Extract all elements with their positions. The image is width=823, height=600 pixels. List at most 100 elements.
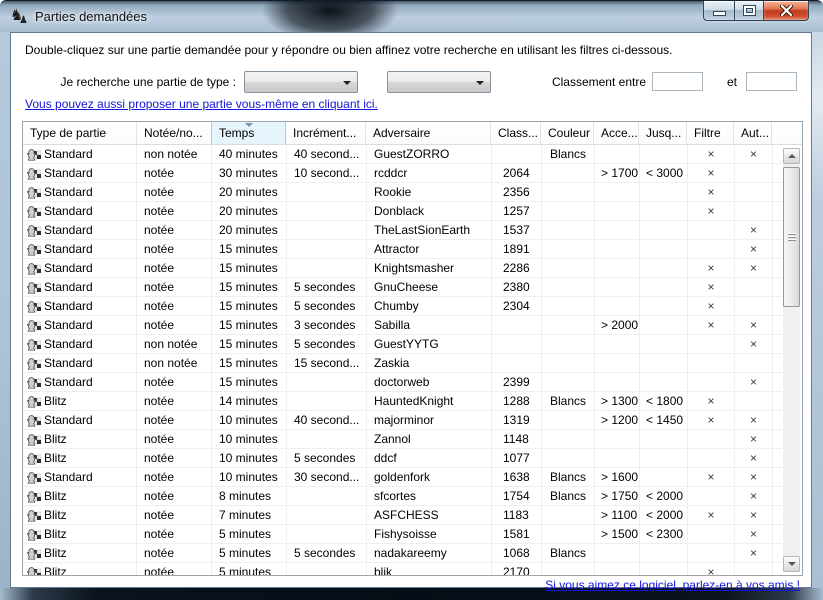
table-row[interactable]: Standard notée 20 minutes Donblack 1257 … bbox=[23, 202, 782, 221]
table-row[interactable]: Standard notée 15 minutes doctorweb 2399… bbox=[23, 373, 782, 392]
cell-type: Blitz bbox=[23, 392, 137, 410]
propose-game-link[interactable]: Vous pouvez aussi proposer une partie vo… bbox=[25, 97, 378, 111]
column-header-notee[interactable]: Notée/no... bbox=[137, 122, 212, 144]
rating-max-input[interactable] bbox=[746, 72, 797, 91]
cell-temps: 15 minutes bbox=[212, 240, 287, 258]
column-header-type[interactable]: Type de partie bbox=[23, 122, 137, 144]
cell-classement: 2380 bbox=[492, 278, 542, 296]
title-bar[interactable]: ♞♟ Parties demandées bbox=[0, 0, 823, 32]
table-row[interactable]: Standard notée 15 minutes 5 secondes Chu… bbox=[23, 297, 782, 316]
cell-adversaire: Attractor bbox=[367, 240, 492, 258]
chess-pawn-icon bbox=[26, 185, 41, 200]
column-header-classement[interactable]: Class... bbox=[491, 122, 541, 144]
cell-adversaire: HauntedKnight bbox=[367, 392, 492, 410]
table-row[interactable]: Standard notée 10 minutes 30 second... g… bbox=[23, 468, 782, 487]
cell-adversaire: ddcf bbox=[367, 449, 492, 467]
cell-temps: 30 minutes bbox=[212, 164, 287, 182]
cell-temps: 40 minutes bbox=[212, 145, 287, 163]
cell-type: Standard bbox=[23, 164, 137, 182]
cell-accepte bbox=[595, 221, 640, 239]
cell-increment bbox=[287, 373, 367, 391]
column-header-temps[interactable]: Temps bbox=[211, 122, 286, 144]
cell-type: Blitz bbox=[23, 449, 137, 467]
cell-classement: 2304 bbox=[492, 297, 542, 315]
chess-pawn-icon bbox=[26, 375, 41, 390]
minimize-button[interactable] bbox=[703, 1, 734, 21]
table-row[interactable]: Blitz notée 5 minutes 5 secondes nadakar… bbox=[23, 544, 782, 563]
table-row[interactable]: Blitz notée 7 minutes ASFCHESS 1183 > 11… bbox=[23, 506, 782, 525]
rating-min-input[interactable] bbox=[652, 72, 703, 91]
table-row[interactable]: Standard notée 15 minutes Attractor 1891… bbox=[23, 240, 782, 259]
scroll-down-button[interactable] bbox=[783, 556, 800, 572]
table-row[interactable]: Standard notée 15 minutes Knightsmasher … bbox=[23, 259, 782, 278]
scroll-up-button[interactable] bbox=[783, 148, 800, 164]
cell-classement bbox=[492, 316, 542, 334]
cell-type: Blitz bbox=[23, 525, 137, 543]
table-row[interactable]: Blitz notée 14 minutes HauntedKnight 128… bbox=[23, 392, 782, 411]
share-app-link[interactable]: Si vous aimez ce logiciel, parlez-en à v… bbox=[545, 578, 800, 592]
cell-jusqua bbox=[640, 354, 688, 372]
cell-filtre: × bbox=[688, 468, 735, 486]
cell-classement: 1068 bbox=[492, 544, 542, 562]
game-type-label: Je recherche une partie de type : bbox=[11, 75, 236, 89]
column-header-increment[interactable]: Incrément... bbox=[286, 122, 366, 144]
table-row[interactable]: Blitz notée 10 minutes 5 secondes ddcf 1… bbox=[23, 449, 782, 468]
column-header-filtre[interactable]: Filtre bbox=[687, 122, 734, 144]
table-row[interactable]: Standard notée 20 minutes TheLastSionEar… bbox=[23, 221, 782, 240]
column-header-aut[interactable]: Aut... bbox=[734, 122, 772, 144]
table-row[interactable]: Standard notée 15 minutes 3 secondes Sab… bbox=[23, 316, 782, 335]
cell-type: Standard bbox=[23, 259, 137, 277]
cell-couleur bbox=[542, 525, 595, 543]
column-header-accepte[interactable]: Acce... bbox=[594, 122, 639, 144]
cell-adversaire: ASFCHESS bbox=[367, 506, 492, 524]
cell-type: Standard bbox=[23, 278, 137, 296]
cell-type: Standard bbox=[23, 354, 137, 372]
cell-temps: 20 minutes bbox=[212, 221, 287, 239]
maximize-button[interactable] bbox=[734, 1, 764, 21]
cell-jusqua bbox=[640, 563, 688, 575]
chess-pawn-icon bbox=[26, 394, 41, 409]
table-row[interactable]: Standard notée 20 minutes Rookie 2356 × bbox=[23, 183, 782, 202]
cell-notee: notée bbox=[137, 164, 212, 182]
table-row[interactable]: Blitz notée 10 minutes Zannol 1148 × bbox=[23, 430, 782, 449]
column-header-jusqua[interactable]: Jusq... bbox=[639, 122, 687, 144]
cell-notee: non notée bbox=[137, 354, 212, 372]
table-row[interactable]: Blitz notée 5 minutes blik 2170 × bbox=[23, 563, 782, 575]
table-row[interactable]: Standard notée 10 minutes 40 second... m… bbox=[23, 411, 782, 430]
column-header-adversaire[interactable]: Adversaire bbox=[366, 122, 491, 144]
cell-notee: notée bbox=[137, 297, 212, 315]
game-category-combobox[interactable] bbox=[387, 71, 491, 93]
cell-aut: × bbox=[735, 449, 773, 467]
cell-temps: 15 minutes bbox=[212, 335, 287, 353]
table-row[interactable]: Standard non notée 15 minutes 5 secondes… bbox=[23, 335, 782, 354]
cell-filtre bbox=[688, 487, 735, 505]
table-row[interactable]: Standard notée 30 minutes 10 second... r… bbox=[23, 164, 782, 183]
cell-filtre bbox=[688, 373, 735, 391]
table-row[interactable]: Standard non notée 40 minutes 40 second.… bbox=[23, 145, 782, 164]
game-type-combobox[interactable] bbox=[244, 71, 358, 93]
cell-couleur bbox=[542, 430, 595, 448]
table-row[interactable]: Blitz notée 8 minutes sfcortes 1754 Blan… bbox=[23, 487, 782, 506]
cell-temps: 20 minutes bbox=[212, 183, 287, 201]
close-button[interactable] bbox=[764, 1, 809, 21]
chess-pawn-icon bbox=[26, 565, 41, 576]
cell-temps: 7 minutes bbox=[212, 506, 287, 524]
column-header-couleur[interactable]: Couleur bbox=[541, 122, 594, 144]
chess-pawn-icon bbox=[26, 280, 41, 295]
scrollbar-thumb[interactable] bbox=[783, 167, 800, 307]
cell-accepte: > 1600 bbox=[595, 468, 640, 486]
table-row[interactable]: Standard non notée 15 minutes 15 second.… bbox=[23, 354, 782, 373]
vertical-scrollbar[interactable] bbox=[783, 148, 800, 572]
chess-pawn-icon bbox=[26, 413, 41, 428]
table-row[interactable]: Blitz notée 5 minutes Fishysoisse 1581 >… bbox=[23, 525, 782, 544]
cell-aut: × bbox=[735, 411, 773, 429]
cell-type: Blitz bbox=[23, 430, 137, 448]
cell-temps: 5 minutes bbox=[212, 544, 287, 562]
table-row[interactable]: Standard notée 15 minutes 5 secondes Gnu… bbox=[23, 278, 782, 297]
cell-aut: × bbox=[735, 430, 773, 448]
cell-aut: × bbox=[735, 240, 773, 258]
cell-notee: non notée bbox=[137, 335, 212, 353]
cell-jusqua bbox=[640, 278, 688, 296]
cell-accepte bbox=[595, 373, 640, 391]
cell-notee: notée bbox=[137, 563, 212, 575]
